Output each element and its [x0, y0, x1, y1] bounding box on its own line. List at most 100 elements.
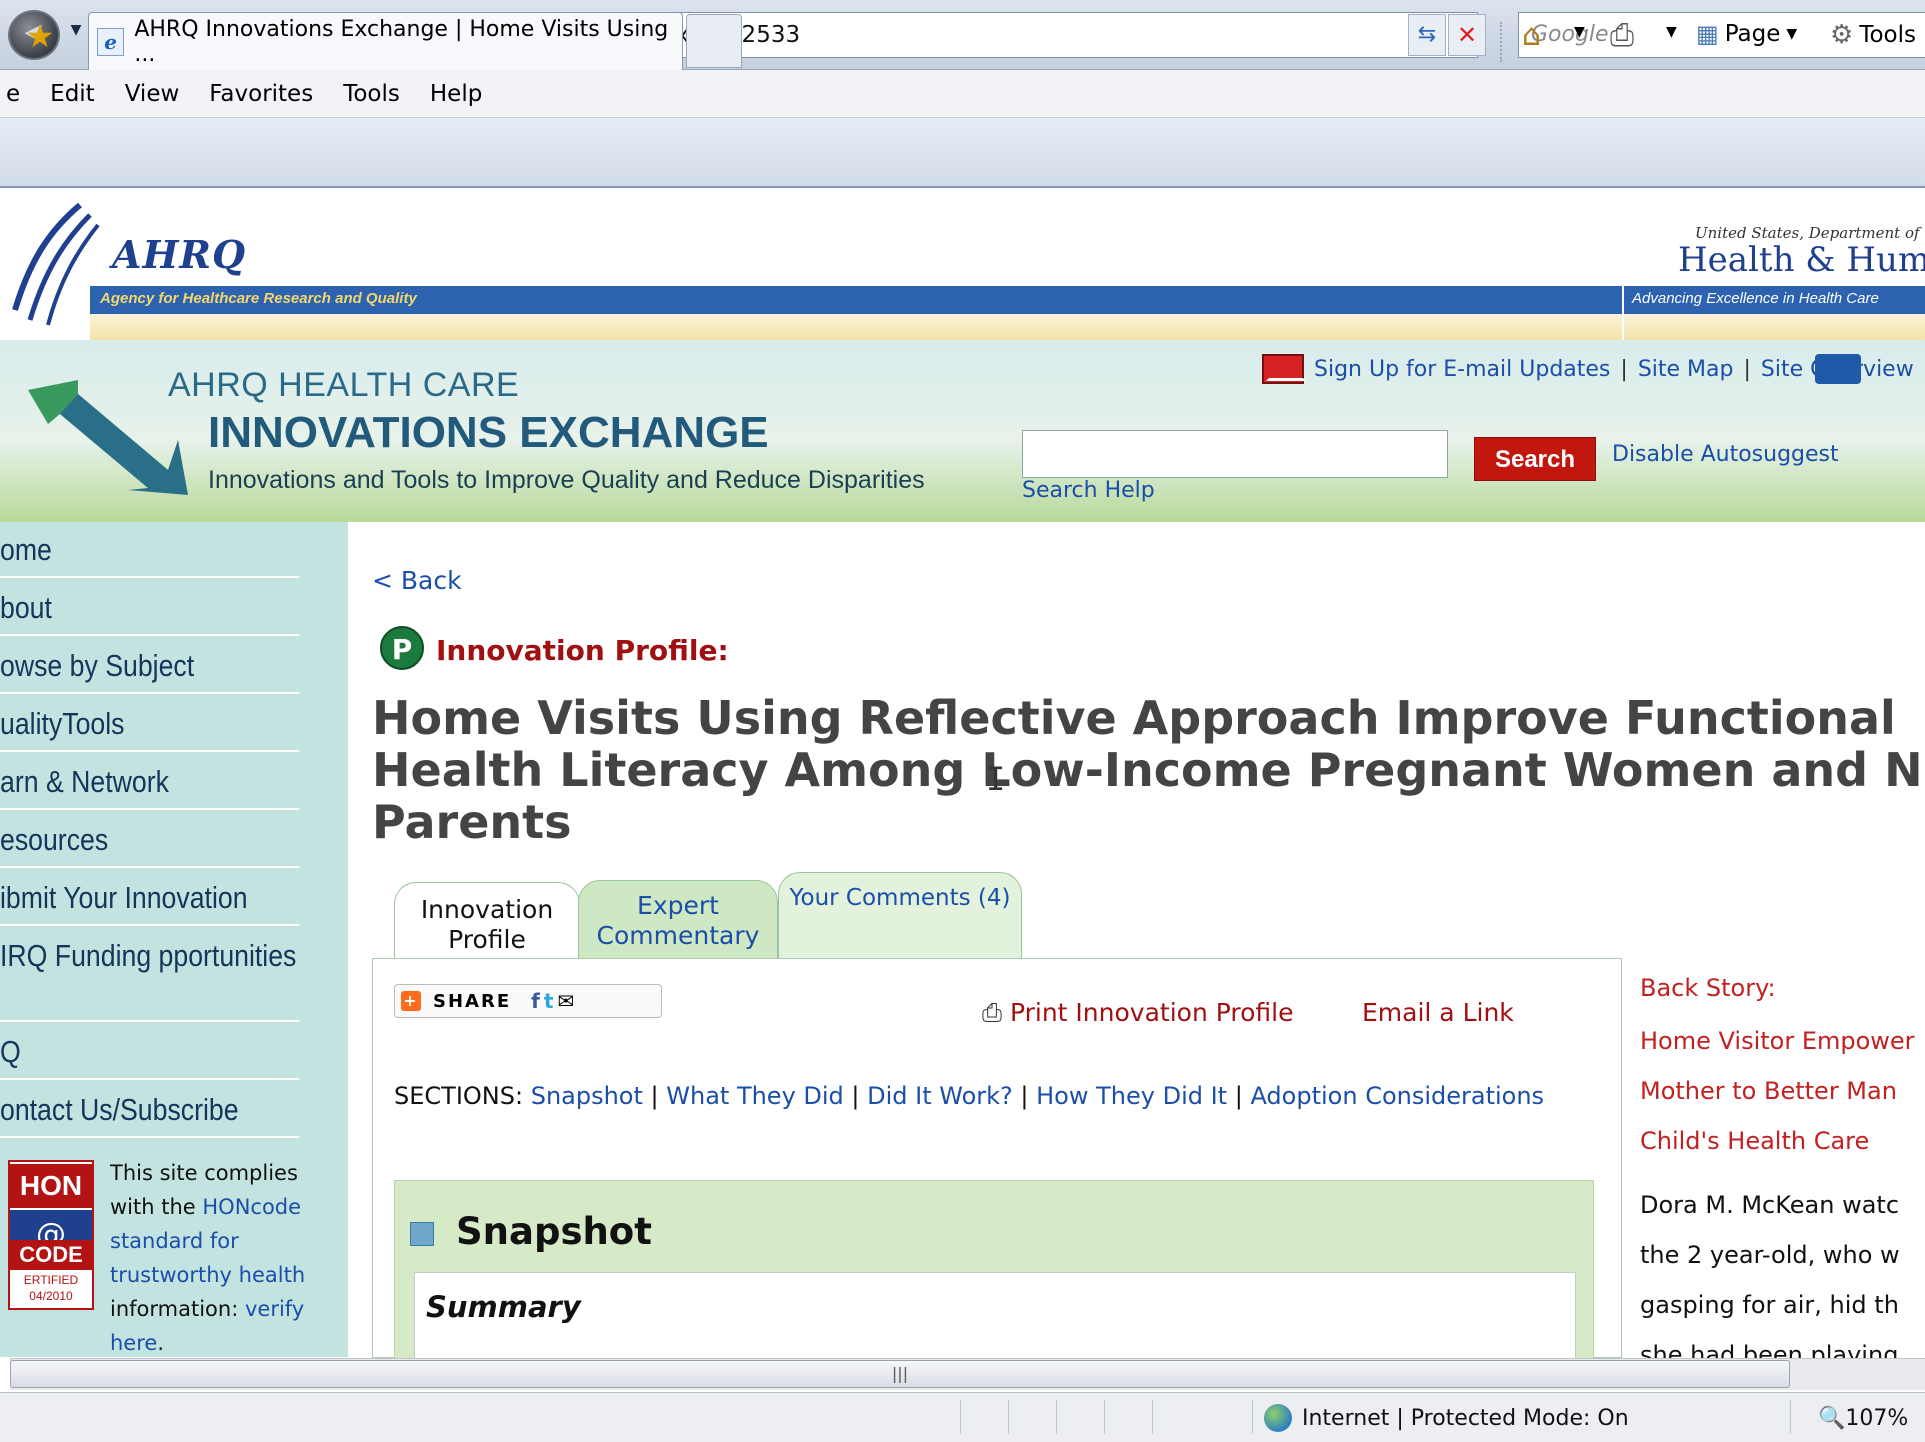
print-profile-link[interactable]: ⎙ Print Innovation Profile	[982, 998, 1293, 1028]
hon-seal-code: CODE	[10, 1240, 92, 1270]
nav-about[interactable]: bout	[0, 580, 300, 636]
tab-bar	[0, 118, 1925, 188]
exchange-tagline: Innovations and Tools to Improve Quality…	[208, 466, 925, 494]
print-icon[interactable]: ⎙	[1610, 18, 1634, 54]
text-cursor-icon: I	[986, 760, 1006, 798]
mail-icon[interactable]	[1262, 354, 1304, 384]
nav-submit-innovation[interactable]: ibmit Your Innovation	[0, 870, 300, 926]
share-button[interactable]: + SHARE f t ✉	[394, 984, 662, 1018]
menu-edit[interactable]: Edit	[50, 81, 95, 107]
back-story-title[interactable]: Home Visitor Empower Mother to Better Ma…	[1640, 1016, 1915, 1166]
profile-p-icon: P	[380, 626, 424, 670]
tools-menu-button[interactable]: ⚙ Tools	[1830, 20, 1916, 50]
nav-browse-by-subject[interactable]: owse by Subject	[0, 638, 300, 694]
hon-seal-top: HON	[10, 1164, 92, 1208]
zoom-level[interactable]: 🔍107%	[1818, 1406, 1908, 1431]
menu-bar: e Edit View Favorites Tools Help	[0, 70, 1925, 118]
nav-quality-tools[interactable]: ualityTools	[0, 696, 300, 752]
snapshot-heading: Snapshot	[456, 1210, 652, 1253]
page-menu-button[interactable]: ▦ Page ▼	[1696, 20, 1797, 48]
disable-autosuggest-link[interactable]: Disable Autosuggest	[1612, 442, 1839, 467]
nav-home[interactable]: ome	[0, 522, 300, 578]
status-divider	[1056, 1400, 1057, 1434]
section-link-how-they-did-it[interactable]: How They Did It	[1036, 1082, 1227, 1110]
back-story-title-line[interactable]: Child's Health Care	[1640, 1116, 1915, 1166]
tab-innovation-profile[interactable]: Innovation Profile	[394, 882, 580, 960]
nav-learn-network[interactable]: arn & Network	[0, 754, 300, 810]
status-bar	[0, 1392, 1925, 1442]
menu-file[interactable]: e	[6, 81, 20, 107]
search-help-link[interactable]: Search Help	[1022, 478, 1155, 503]
zoom-value: 107%	[1845, 1406, 1909, 1431]
section-link-what-they-did[interactable]: What They Did	[666, 1082, 844, 1110]
share-label: SHARE	[433, 990, 512, 1012]
print-dropdown-icon[interactable]: ▼	[1666, 24, 1677, 40]
home-icon[interactable]: ⌂	[1522, 18, 1562, 54]
back-link[interactable]: < Back	[372, 566, 462, 595]
refresh-button[interactable]: ⇆	[1408, 14, 1446, 56]
back-story-body-line: Dora M. McKean watc	[1640, 1191, 1900, 1219]
ahrq-logo[interactable]: AHRQ	[112, 232, 246, 277]
title-line-1: Home Visits Using Reflective Approach Im…	[372, 691, 1896, 745]
page-menu-label: Page	[1724, 21, 1781, 47]
stop-button[interactable]: ✕	[1448, 14, 1486, 56]
email-share-icon[interactable]: ✉	[557, 989, 574, 1013]
hon-seal-cert: ERTIFIED 04/2010	[23, 1273, 79, 1303]
hhs-logo-text[interactable]: Health & Human	[1678, 240, 1925, 280]
favorites-star-icon[interactable]: ★	[22, 18, 58, 54]
honcode-standard-link[interactable]: standard for trustworthy health	[110, 1229, 305, 1287]
menu-tools[interactable]: Tools	[343, 81, 400, 107]
hhs-tagline: Advancing Excellence in Health Care	[1632, 290, 1879, 307]
hhs-eagle-logo-icon[interactable]	[10, 200, 100, 330]
site-search-button[interactable]: Search	[1474, 437, 1596, 481]
email-link-button[interactable]: Email a Link	[1362, 998, 1514, 1027]
internet-globe-icon	[1264, 1404, 1292, 1432]
summary-box	[414, 1272, 1576, 1362]
back-story-title-line[interactable]: Home Visitor Empower	[1640, 1016, 1915, 1066]
section-link-did-it-work[interactable]: Did It Work?	[867, 1082, 1013, 1110]
back-story-label: Back Story:	[1640, 974, 1776, 1002]
security-zone-label[interactable]: Internet | Protected Mode: On	[1302, 1406, 1629, 1431]
nav-contact-subscribe[interactable]: ontact Us/Subscribe	[0, 1082, 300, 1138]
menu-favorites[interactable]: Favorites	[209, 81, 313, 107]
banner-divider	[1622, 286, 1624, 340]
tab-expert-commentary[interactable]: Expert Commentary	[578, 880, 778, 958]
magnifier-icon: 🔍	[1818, 1406, 1846, 1431]
site-search-input[interactable]	[1022, 430, 1448, 478]
summary-heading: Summary	[426, 1290, 581, 1324]
section-link-snapshot[interactable]: Snapshot	[531, 1082, 643, 1110]
status-divider	[1152, 1400, 1153, 1434]
twitter-icon[interactable]: t	[544, 989, 554, 1013]
sections-nav: SECTIONS: Snapshot | What They Did | Did…	[394, 1082, 1545, 1110]
title-line-3: Parents	[372, 795, 572, 849]
print-profile-label: Print Innovation Profile	[1009, 998, 1294, 1027]
browser-tab-active[interactable]: e AHRQ Innovations Exchange | Home Visit…	[88, 12, 683, 70]
scrollbar-thumb[interactable]: |||	[10, 1360, 1790, 1388]
new-tab-button[interactable]	[686, 14, 742, 68]
page-title: Home Visits Using Reflective Approach Im…	[372, 692, 1925, 848]
browser-tab-title: AHRQ Innovations Exchange | Home Visits …	[134, 16, 669, 67]
nav-funding-opportunities[interactable]: IRQ Funding pportunities	[0, 928, 300, 1022]
facebook-icon[interactable]: f	[531, 989, 540, 1013]
separator: |	[1620, 356, 1628, 382]
menu-view[interactable]: View	[125, 81, 180, 107]
page-icon: ▦	[1696, 20, 1719, 48]
site-map-link[interactable]: Site Map	[1638, 357, 1734, 382]
back-story-title-line[interactable]: Mother to Better Man	[1640, 1066, 1915, 1116]
tab-your-comments[interactable]: Your Comments (4)	[778, 872, 1022, 958]
history-dropdown-button[interactable]: ▼	[66, 22, 86, 42]
status-divider	[960, 1400, 961, 1434]
honcode-statement: This site complies with the HONcode stan…	[110, 1156, 340, 1360]
innovations-exchange-arrow-logo-icon[interactable]	[18, 370, 188, 500]
menu-help[interactable]: Help	[430, 81, 482, 107]
exchange-title-line-2: INNOVATIONS EXCHANGE	[208, 408, 769, 457]
hon-text-3: .	[157, 1331, 165, 1355]
home-dropdown-icon[interactable]: ▼	[1574, 24, 1585, 40]
nav-faq[interactable]: Q	[0, 1024, 300, 1080]
video-camera-icon[interactable]	[1815, 354, 1861, 384]
signup-email-link[interactable]: Sign Up for E-mail Updates	[1314, 357, 1610, 382]
nav-resources[interactable]: esources	[0, 812, 300, 868]
status-divider	[1790, 1400, 1791, 1434]
section-link-adoption-considerations[interactable]: Adoption Considerations	[1250, 1082, 1544, 1110]
honcode-link[interactable]: HONcode	[202, 1195, 301, 1219]
